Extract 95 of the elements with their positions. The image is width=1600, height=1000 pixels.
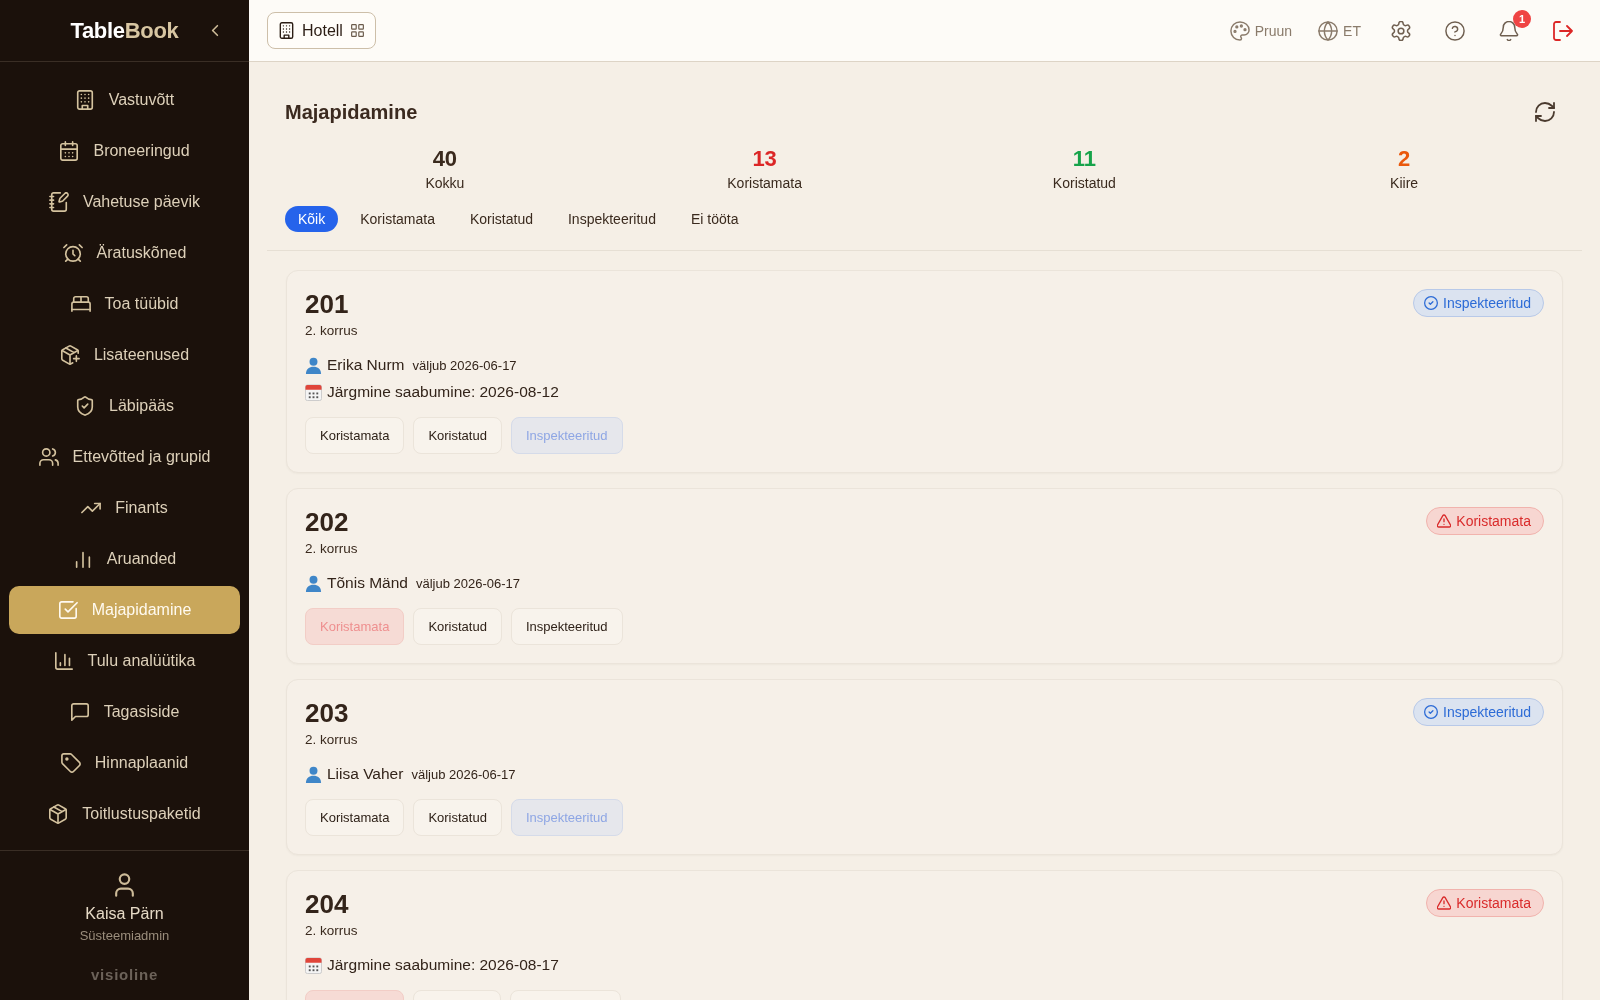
filter-tab[interactable]: Koristatud (456, 206, 546, 232)
next-arrival: Järgmine saabumine: 2026-08-12 (327, 383, 559, 401)
status-button[interactable]: Koristamata (305, 799, 405, 836)
filter-tab[interactable]: Koristamata (347, 206, 448, 232)
user-icon (115, 873, 134, 897)
shield-check-icon (75, 396, 95, 416)
speech-bubble-icon (69, 702, 90, 722)
stat-label: Koristamata (727, 174, 802, 192)
next-arrival: Järgmine saabumine: 2026-08-17 (327, 956, 559, 974)
room-number: 204 (305, 889, 350, 919)
checkout-date: väljub 2026-06-17 (411, 766, 516, 782)
brand-name: visioline (90, 966, 159, 984)
page-title: Majapidamine (285, 100, 418, 124)
person-icon (305, 356, 322, 374)
building-icon (279, 22, 294, 39)
user-name: Kaisa Pärn (85, 904, 164, 923)
calendar-icon (59, 141, 80, 161)
settings-icon[interactable] (1391, 20, 1411, 41)
checkout-date: väljub 2026-06-17 (416, 575, 521, 591)
check-circle-icon (1424, 296, 1439, 310)
warning-icon (1437, 514, 1452, 528)
stat-value: 2 (1398, 146, 1411, 172)
stat-label: Koristatud (1052, 174, 1116, 192)
user-role: Süsteemiadmin (79, 928, 170, 944)
badge-label: Inspekteeritud (1443, 295, 1531, 311)
nav-item[interactable]: Tagasiside (9, 688, 240, 736)
status-button[interactable]: Koristamata (305, 417, 405, 454)
nav-item[interactable]: Lisateenused (9, 331, 240, 379)
notebook-pen-icon (48, 192, 69, 212)
floor-label: 2. korrus (305, 922, 358, 940)
package-icon (48, 804, 69, 824)
person-icon (305, 574, 322, 592)
app-logo: TableBook (70, 17, 179, 44)
filter-tab[interactable]: Inspekteeritud (555, 206, 669, 232)
floor-label: 2. korrus (305, 322, 358, 340)
calendar-icon (305, 383, 322, 401)
nav-item[interactable]: Vastuvõtt (9, 76, 240, 124)
floor-label: 2. korrus (305, 540, 358, 558)
globe-icon (1318, 20, 1339, 41)
room-number: 201 (305, 289, 350, 319)
checkbox-icon (57, 600, 78, 620)
status-button[interactable]: Koristatud (413, 799, 502, 836)
bed-icon (70, 294, 91, 314)
chevron-left-icon[interactable] (211, 24, 219, 37)
nav-item[interactable]: Broneeringud (9, 127, 240, 175)
status-button[interactable]: Inspekteeritud (510, 608, 623, 645)
nav-item[interactable]: Vahetuse päevik (9, 178, 240, 226)
nav-item[interactable]: Hinnaplaanid (9, 739, 240, 787)
checkout-date: väljub 2026-06-17 (412, 357, 517, 373)
package-plus-icon (59, 345, 80, 365)
stat-value: 13 (752, 146, 777, 172)
room-number: 203 (305, 698, 350, 728)
alarm-clock-icon (62, 243, 83, 263)
room-number: 202 (305, 507, 350, 537)
theme-button[interactable]: Pruun (1225, 20, 1297, 41)
tag-icon (60, 753, 81, 773)
stat-value: 11 (1072, 146, 1096, 172)
status-button[interactable]: Koristatud (413, 417, 502, 454)
check-circle-icon (1424, 705, 1439, 719)
badge-label: Koristamata (1456, 895, 1531, 911)
nav-item[interactable]: Toitlustuspaketid (9, 790, 240, 838)
stat-label: Kiire (1390, 174, 1419, 192)
badge-label: Koristamata (1456, 513, 1531, 529)
nav-item[interactable]: Äratuskõned (9, 229, 240, 277)
nav-item[interactable]: Finants (9, 484, 240, 532)
language-button[interactable]: ET (1314, 20, 1365, 41)
grid-icon (350, 24, 364, 37)
stat-value: 40 (432, 146, 458, 172)
property-button[interactable]: Hotell (267, 12, 376, 49)
bell-icon[interactable] (1499, 20, 1519, 41)
badge-label: Inspekteeritud (1443, 704, 1531, 720)
notification-badge: 1 (1513, 9, 1531, 28)
help-icon[interactable] (1445, 20, 1465, 41)
stat-label: Kokku (425, 174, 465, 192)
warning-icon (1437, 896, 1452, 910)
guest-name: Erika Nurm (327, 356, 405, 374)
users-icon (38, 447, 59, 467)
nav-item[interactable]: Aruanded (9, 535, 240, 583)
status-button[interactable]: Koristatud (413, 608, 502, 645)
calendar-icon (305, 956, 322, 974)
nav-item[interactable]: Tulu analüütika (9, 637, 240, 685)
floor-label: 2. korrus (305, 731, 358, 749)
logout-icon[interactable] (1553, 20, 1573, 41)
refresh-icon[interactable] (1535, 102, 1555, 122)
palette-icon (1229, 20, 1250, 41)
nav-item[interactable]: Läbipääs (9, 382, 240, 430)
person-icon (305, 765, 322, 783)
building-icon (74, 90, 95, 110)
nav-item[interactable]: Toa tüübid (9, 280, 240, 328)
guest-name: Liisa Vaher (327, 765, 404, 783)
guest-name: Tõnis Mänd (327, 574, 408, 592)
filter-tab[interactable]: Ei tööta (677, 206, 752, 232)
filter-tab[interactable]: Kõik (285, 206, 339, 232)
nav-item[interactable]: Ettevõtted ja grupid (9, 433, 240, 481)
column-chart-icon (53, 651, 74, 671)
